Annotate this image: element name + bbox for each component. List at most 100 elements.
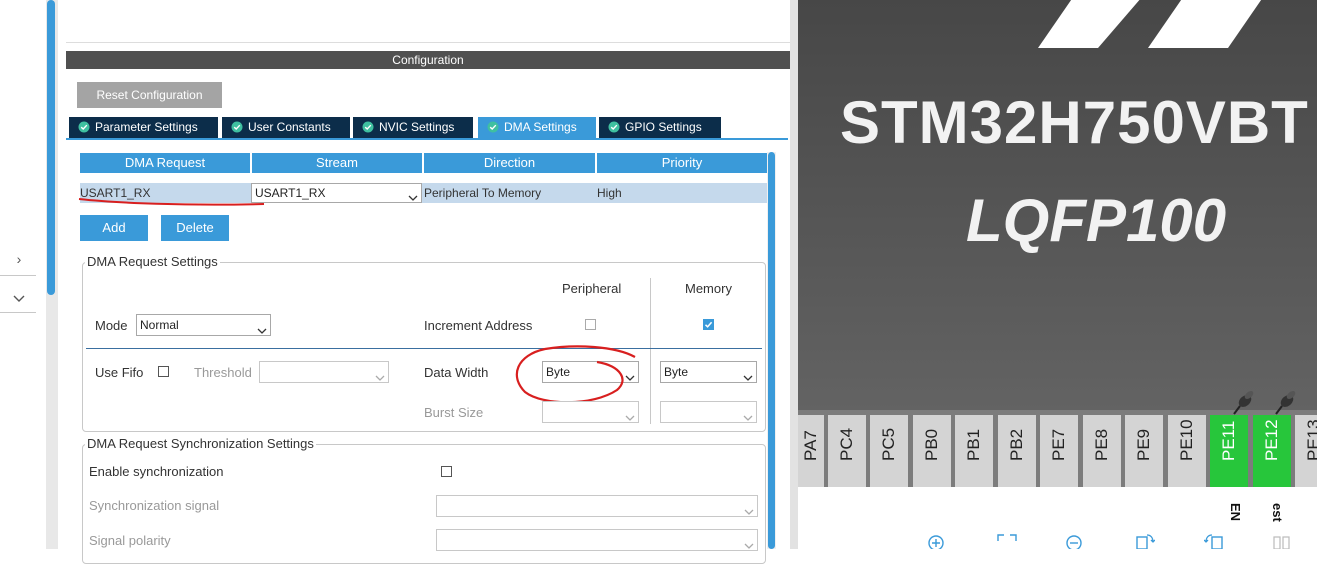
sync-settings-legend: DMA Request Synchronization Settings — [85, 436, 316, 451]
increment-peripheral-checkbox[interactable] — [585, 319, 596, 330]
pin-pe10[interactable]: PE10 — [1168, 415, 1206, 487]
config-scrollbar-thumb[interactable] — [768, 152, 775, 549]
pin-label: PE7 — [1049, 428, 1068, 461]
left-scrollbar-thumb[interactable] — [47, 0, 55, 295]
use-fifo-checkbox[interactable] — [158, 366, 169, 377]
pin-pb0[interactable]: PB0 — [913, 415, 951, 487]
chevron-down-icon — [408, 189, 418, 201]
chip-package-label: LQFP100 — [966, 187, 1227, 254]
priority-cell[interactable]: High — [597, 183, 767, 203]
pin-pc5[interactable]: PC5 — [870, 415, 908, 487]
check-circle-icon — [608, 119, 620, 133]
mode-value: Normal — [140, 318, 179, 332]
reset-configuration-button[interactable]: Reset Configuration — [77, 82, 222, 108]
split-view-icon[interactable] — [1272, 533, 1292, 549]
upper-panel — [66, 0, 790, 43]
direction-cell[interactable]: Peripheral To Memory — [424, 183, 595, 203]
chevron-down-icon — [744, 536, 754, 549]
pin-label: PB1 — [964, 428, 983, 461]
memory-header: Memory — [685, 281, 732, 296]
pin-label: PE9 — [1134, 428, 1153, 461]
add-button[interactable]: Add — [80, 215, 148, 241]
pin-pa7[interactable]: PA7 — [798, 415, 824, 487]
chevron-down-icon — [743, 408, 753, 421]
tab-label: User Constants — [248, 120, 331, 134]
sync-signal-select[interactable] — [436, 495, 758, 517]
zoom-in-icon[interactable] — [927, 533, 947, 549]
increment-memory-checkbox[interactable] — [703, 319, 714, 330]
signal-polarity-label: Signal polarity — [89, 533, 171, 548]
chevron-right-icon[interactable]: › — [10, 250, 28, 268]
pin-label: PE12 — [1262, 419, 1281, 461]
use-fifo-label: Use Fifo — [95, 365, 144, 380]
pin-pb2[interactable]: PB2 — [998, 415, 1036, 487]
pin-label: PC4 — [837, 427, 856, 461]
column-header-priority[interactable]: Priority — [597, 153, 767, 173]
column-header-dma-request[interactable]: DMA Request — [80, 153, 250, 173]
tab-dma-settings[interactable]: DMA Settings — [478, 117, 596, 138]
configuration-header: Configuration — [66, 51, 790, 69]
pin-label: PE11 — [1219, 420, 1238, 461]
data-width-label: Data Width — [424, 365, 489, 380]
tab-user-constants[interactable]: User Constants — [222, 117, 350, 138]
tab-underline — [66, 138, 788, 140]
pin-strip: PA7 PC4 PC5 PB0 PB1 PB2 PE7 PE8 PE9 PE10… — [798, 410, 1317, 487]
fit-screen-icon[interactable] — [997, 533, 1017, 549]
data-width-memory-value: Byte — [664, 365, 689, 379]
tab-label: Parameter Settings — [95, 120, 198, 134]
checkmark-icon — [704, 321, 713, 328]
pin-pe9[interactable]: PE9 — [1125, 415, 1163, 487]
mode-select[interactable]: Normal — [136, 314, 271, 336]
divider — [0, 275, 36, 276]
sync-signal-label: Synchronization signal — [89, 498, 220, 513]
column-divider — [650, 278, 651, 424]
pin-pe13[interactable]: PE13 — [1295, 415, 1317, 487]
pin-pe7[interactable]: PE7 — [1040, 415, 1078, 487]
burst-size-peripheral-select[interactable] — [542, 401, 639, 423]
pin-label: PB2 — [1007, 428, 1026, 461]
column-header-direction[interactable]: Direction — [424, 153, 595, 173]
mode-label: Mode — [95, 318, 128, 333]
rotate-right-icon[interactable] — [1135, 533, 1155, 549]
stream-select[interactable]: USART1_RX — [251, 183, 422, 203]
pin-label: PE10 — [1177, 419, 1196, 461]
signal-polarity-select[interactable] — [436, 529, 758, 551]
tab-parameter-settings[interactable]: Parameter Settings — [69, 117, 218, 138]
burst-size-label: Burst Size — [424, 405, 484, 420]
zoom-out-icon[interactable] — [1065, 533, 1085, 549]
tab-gpio-settings[interactable]: GPIO Settings — [599, 117, 721, 138]
threshold-select[interactable] — [259, 361, 389, 383]
column-header-stream[interactable]: Stream — [252, 153, 422, 173]
rotate-left-icon[interactable] — [1204, 533, 1224, 549]
dma-request-settings-legend: DMA Request Settings — [85, 254, 220, 269]
red-circle-annotation — [515, 345, 636, 404]
chevron-down-icon — [625, 408, 635, 421]
delete-button[interactable]: Delete — [161, 215, 229, 241]
splitter[interactable] — [790, 0, 798, 549]
pin-pe11[interactable]: PE11 — [1210, 415, 1248, 487]
check-circle-icon — [487, 119, 499, 133]
data-width-memory-select[interactable]: Byte — [660, 361, 757, 383]
enable-sync-checkbox[interactable] — [441, 466, 452, 477]
pin-pb1[interactable]: PB1 — [955, 415, 993, 487]
chevron-down-icon — [257, 321, 267, 334]
tab-nvic-settings[interactable]: NVIC Settings — [353, 117, 473, 138]
pin-label: PE13 — [1304, 419, 1317, 461]
chevron-down-icon — [743, 368, 753, 381]
pin-signal-label: EN — [1228, 503, 1243, 522]
burst-size-memory-select[interactable] — [660, 401, 757, 423]
pin-label: PB0 — [922, 428, 941, 461]
pushpin-icon — [1233, 391, 1254, 415]
peripheral-header: Peripheral — [562, 281, 622, 296]
pin-pe8[interactable]: PE8 — [1083, 415, 1121, 487]
chip-part-number: STM32H750VBT — [840, 89, 1309, 156]
increment-address-label: Increment Address — [424, 318, 533, 333]
pin-label: PE8 — [1092, 428, 1111, 461]
pin-pe12[interactable]: PE12 — [1253, 415, 1291, 487]
chevron-down-icon[interactable] — [10, 289, 28, 307]
divider — [0, 312, 36, 313]
check-circle-icon — [362, 119, 374, 133]
tab-label: DMA Settings — [504, 120, 577, 134]
check-circle-icon — [231, 119, 243, 133]
pin-pc4[interactable]: PC4 — [828, 415, 866, 487]
